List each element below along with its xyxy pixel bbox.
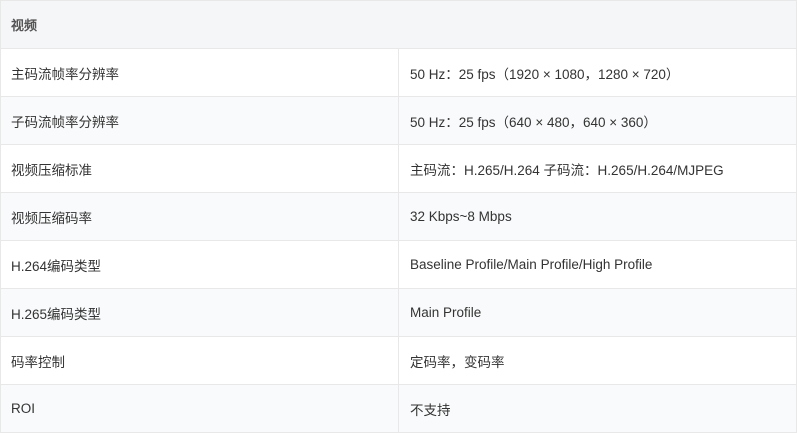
spec-value: 不支持 [398,384,797,433]
section-header-row: 视频 [0,0,797,49]
spec-label: H.264编码类型 [0,240,399,289]
spec-value: 主码流：H.265/H.264 子码流：H.265/H.264/MJPEG [398,144,797,193]
spec-row: 子码流帧率分辨率 50 Hz：25 fps（640 × 480，640 × 36… [0,96,797,145]
section-title: 视频 [0,0,797,49]
spec-value: Baseline Profile/Main Profile/High Profi… [398,240,797,289]
spec-label: ROI [0,384,399,433]
spec-row: 视频压缩码率 32 Kbps~8 Mbps [0,192,797,241]
spec-label: 码率控制 [0,336,399,385]
spec-label: 子码流帧率分辨率 [0,96,399,145]
spec-value: 50 Hz：25 fps（640 × 480，640 × 360） [398,96,797,145]
spec-row: 码率控制 定码率，变码率 [0,336,797,385]
spec-value: 定码率，变码率 [398,336,797,385]
spec-row: H.265编码类型 Main Profile [0,288,797,337]
spec-label: 主码流帧率分辨率 [0,48,399,97]
spec-label: 视频压缩标准 [0,144,399,193]
spec-row: H.264编码类型 Baseline Profile/Main Profile/… [0,240,797,289]
spec-row: 主码流帧率分辨率 50 Hz：25 fps（1920 × 1080，1280 ×… [0,48,797,97]
spec-row: 视频压缩标准 主码流：H.265/H.264 子码流：H.265/H.264/M… [0,144,797,193]
spec-value: 32 Kbps~8 Mbps [398,192,797,241]
video-spec-table: 视频 主码流帧率分辨率 50 Hz：25 fps（1920 × 1080，128… [0,0,797,433]
spec-value: 50 Hz：25 fps（1920 × 1080，1280 × 720） [398,48,797,97]
spec-label: 视频压缩码率 [0,192,399,241]
spec-row: ROI 不支持 [0,384,797,433]
spec-value: Main Profile [398,288,797,337]
spec-label: H.265编码类型 [0,288,399,337]
